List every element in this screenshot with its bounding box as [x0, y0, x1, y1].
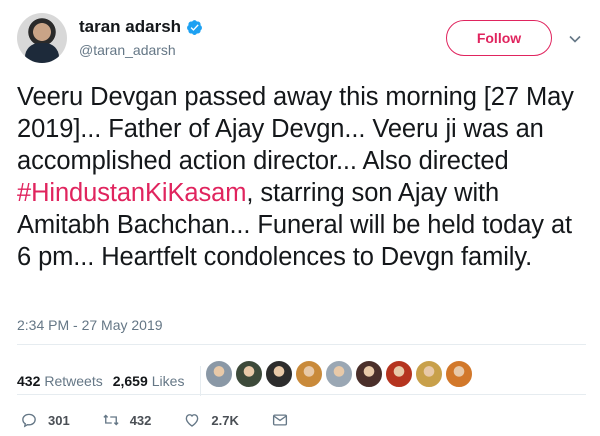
- retweet-icon: [103, 414, 119, 426]
- stats-divider: [200, 366, 202, 396]
- verified-icon: [187, 19, 202, 35]
- likes-stat-label: Likes: [151, 373, 185, 389]
- avatar[interactable]: [17, 13, 67, 63]
- author-block[interactable]: taran adarsh @taran_adarsh: [79, 17, 203, 58]
- likes-stat[interactable]: 2,659 Likes: [113, 373, 185, 389]
- divider: [17, 344, 586, 345]
- handle[interactable]: @taran_adarsh: [79, 42, 203, 58]
- liker-avatar[interactable]: [265, 360, 293, 388]
- likes-stat-count: 2,659: [112, 373, 148, 389]
- liker-avatar[interactable]: [385, 360, 413, 388]
- liker-avatar[interactable]: [355, 360, 383, 388]
- retweets-stat[interactable]: 432 Retweets: [17, 373, 103, 389]
- tweet-actions: 301 432 2.7K: [20, 411, 331, 429]
- timestamp[interactable]: 2:34 PM - 27 May 2019: [17, 317, 163, 333]
- tweet-text-before: Veeru Devgan passed away this morning [2…: [17, 83, 574, 175]
- divider: [17, 394, 586, 395]
- like-count: 2.7K: [211, 412, 239, 428]
- liker-avatar[interactable]: [325, 360, 353, 388]
- message-icon: [272, 414, 287, 426]
- liker-avatar[interactable]: [445, 360, 473, 388]
- liker-avatar[interactable]: [235, 360, 263, 388]
- liker-avatar[interactable]: [205, 360, 233, 388]
- retweets-stat-count: 432: [17, 373, 41, 389]
- like-icon: [186, 414, 199, 427]
- reply-button[interactable]: 301: [20, 411, 70, 429]
- retweet-button[interactable]: 432: [102, 411, 152, 429]
- retweet-count: 432: [129, 412, 152, 428]
- hashtag-link[interactable]: #HindustanKiKasam: [17, 179, 246, 207]
- message-button[interactable]: [271, 411, 299, 429]
- like-button[interactable]: 2.7K: [183, 411, 239, 429]
- liker-avatars: [205, 360, 475, 388]
- tweet-text: Veeru Devgan passed away this morning [2…: [17, 81, 587, 273]
- liker-avatar[interactable]: [295, 360, 323, 388]
- retweets-stat-label: Retweets: [44, 373, 103, 389]
- reply-icon: [22, 413, 36, 428]
- reply-count: 301: [48, 412, 70, 428]
- display-name-row[interactable]: taran adarsh: [79, 17, 203, 37]
- tweet-header: taran adarsh @taran_adarsh Follow: [17, 13, 586, 65]
- follow-button[interactable]: Follow: [446, 20, 552, 56]
- engagement-stats: 432 Retweets 2,659 Likes: [17, 366, 211, 396]
- chevron-down-icon[interactable]: [568, 32, 582, 46]
- liker-avatar[interactable]: [415, 360, 443, 388]
- display-name[interactable]: taran adarsh: [79, 17, 181, 37]
